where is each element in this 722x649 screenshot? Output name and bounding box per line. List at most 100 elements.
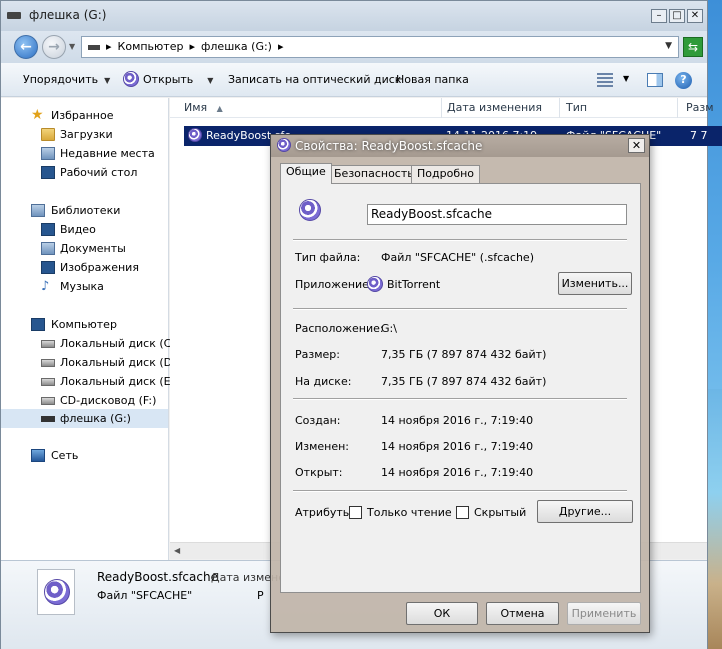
sidebar-item-label: Видео <box>60 223 96 236</box>
view-options-icon[interactable] <box>597 73 613 87</box>
dialog-close-button[interactable]: ✕ <box>628 138 645 153</box>
tab-security[interactable]: Безопасность <box>328 165 420 183</box>
cd-drive-icon <box>41 397 55 405</box>
filename-field[interactable]: ReadyBoost.sfcache <box>367 204 627 225</box>
sidebar-item-drive-e[interactable]: Локальный диск (E:) <box>1 372 179 391</box>
maximize-button[interactable]: □ <box>669 9 685 23</box>
modified-value: 14 ноября 2016 г., 7:19:40 <box>381 440 534 453</box>
sidebar-item-recent[interactable]: Недавние места <box>1 144 168 163</box>
sidebar-item-label: флешка (G:) <box>60 412 131 425</box>
dialog-title: Свойства: ReadyBoost.sfcache <box>295 139 483 153</box>
ok-button[interactable]: ОК <box>406 602 478 625</box>
hidden-label[interactable]: Скрытый <box>474 506 526 519</box>
modified-label: Изменен: <box>295 440 350 453</box>
back-button[interactable]: ← <box>14 35 38 59</box>
sidebar-item-drive-d[interactable]: Локальный диск (D:) <box>1 353 180 372</box>
details-extra-label: Р <box>257 589 264 602</box>
recent-places-icon <box>41 147 55 160</box>
sidebar-item-desktop[interactable]: Рабочий стол <box>1 163 168 182</box>
sidebar-item-label: Музыка <box>60 280 104 293</box>
change-button[interactable]: Изменить... <box>558 272 632 295</box>
sidebar-item-drive-f[interactable]: CD-дисковод (F:) <box>1 391 168 410</box>
sidebar-item-label: Сеть <box>51 449 79 462</box>
help-icon[interactable]: ? <box>675 72 692 89</box>
organize-button[interactable]: Упорядочить ▼ <box>23 73 110 86</box>
hidden-checkbox[interactable] <box>456 506 469 519</box>
sidebar-item-images[interactable]: Изображения <box>1 258 168 277</box>
sidebar-item-favorites[interactable]: ★ Избранное <box>1 106 168 125</box>
new-folder-button[interactable]: Новая папка <box>396 73 469 86</box>
sidebar-item-label: Недавние места <box>60 147 155 160</box>
size-value: 7,35 ГБ (7 897 874 432 байт) <box>381 348 547 361</box>
cancel-button[interactable]: Отмена <box>486 602 559 625</box>
accessed-label: Открыт: <box>295 466 343 479</box>
usb-drive-icon <box>88 45 100 50</box>
downloads-folder-icon <box>41 128 55 141</box>
star-icon: ★ <box>31 107 44 123</box>
sidebar-item-label: Компьютер <box>51 318 117 331</box>
breadcrumb-drive[interactable]: флешка (G:) <box>201 40 272 53</box>
file-size: 7 7 <box>690 129 708 142</box>
sidebar-item-downloads[interactable]: Загрузки <box>1 125 168 144</box>
chevron-down-icon: ▼ <box>207 76 214 85</box>
scroll-left-icon[interactable]: ◀ <box>174 546 180 555</box>
documents-icon <box>41 242 55 255</box>
video-icon <box>41 223 55 236</box>
bittorrent-icon <box>44 579 70 605</box>
open-button[interactable]: Открыть ▼ <box>123 71 213 87</box>
readonly-checkbox[interactable] <box>349 506 362 519</box>
breadcrumb-computer[interactable]: Компьютер <box>118 40 184 53</box>
application-name: BitTorrent <box>387 278 441 291</box>
column-header-size[interactable]: Разм <box>678 98 722 118</box>
sidebar-item-documents[interactable]: Документы <box>1 239 168 258</box>
column-header-date[interactable]: Дата изменения <box>442 98 560 118</box>
sidebar-item-drive-g[interactable]: флешка (G:) <box>1 409 168 428</box>
accessed-value: 14 ноября 2016 г., 7:19:40 <box>381 466 534 479</box>
breadcrumb-separator: ▸ <box>189 40 195 53</box>
sidebar-item-drive-c[interactable]: Локальный диск (C:) <box>1 334 179 353</box>
hard-drive-icon <box>41 378 55 386</box>
tab-panel-general: ReadyBoost.sfcache Тип файла: Файл "SFCA… <box>280 183 641 593</box>
bittorrent-icon <box>277 138 291 152</box>
sidebar-item-video[interactable]: Видео <box>1 220 168 239</box>
open-label: Открыть <box>143 73 194 86</box>
sort-ascending-icon: ▲ <box>216 104 223 113</box>
location-label: Расположение: <box>295 322 384 335</box>
sidebar-item-network[interactable]: Сеть <box>1 446 168 465</box>
refresh-button[interactable]: ⇆ <box>683 37 703 57</box>
apply-button[interactable]: Применить <box>567 602 641 625</box>
address-bar[interactable]: ▸ Компьютер ▸ флешка (G:) ▸ ▼ <box>81 36 679 58</box>
organize-label: Упорядочить <box>23 73 99 86</box>
forward-button[interactable]: → <box>42 35 66 59</box>
preview-pane-icon[interactable] <box>647 73 663 87</box>
tab-general[interactable]: Общие <box>280 163 332 184</box>
sidebar-item-label: Изображения <box>60 261 139 274</box>
tab-details[interactable]: Подробно <box>411 165 481 183</box>
application-label: Приложение: <box>295 278 373 291</box>
address-dropdown-icon[interactable]: ▼ <box>665 41 672 51</box>
attributes-label: Атрибуты: <box>295 506 356 519</box>
chevron-down-icon[interactable]: ▼ <box>623 74 629 83</box>
burn-button[interactable]: Записать на оптический диск <box>228 73 401 86</box>
sidebar-item-libraries[interactable]: Библиотеки <box>1 201 168 220</box>
bittorrent-icon <box>123 71 139 87</box>
command-bar: Упорядочить ▼ Открыть ▼ Записать на оптиче… <box>1 63 707 97</box>
minimize-button[interactable]: – <box>651 9 667 23</box>
readonly-label[interactable]: Только чтение <box>367 506 452 519</box>
history-dropdown-icon[interactable]: ▼ <box>69 42 75 51</box>
advanced-button[interactable]: Другие... <box>537 500 633 523</box>
close-button[interactable]: ✕ <box>687 9 703 23</box>
separator <box>293 239 627 241</box>
file-type-value: Файл "SFCACHE" (.sfcache) <box>381 251 534 264</box>
sidebar-item-computer[interactable]: Компьютер <box>1 315 168 334</box>
sidebar-item-label: Локальный диск (D:) <box>60 356 181 369</box>
created-value: 14 ноября 2016 г., 7:19:40 <box>381 414 534 427</box>
column-header-name[interactable]: Имя ▲ <box>170 98 442 118</box>
desktop-icon <box>41 166 55 179</box>
music-icon: ♪ <box>41 279 50 294</box>
sidebar-item-label: CD-дисковод (F:) <box>60 394 157 407</box>
sidebar-item-music[interactable]: ♪ Музыка <box>1 277 168 296</box>
sidebar-item-label: Локальный диск (C:) <box>60 337 180 350</box>
window-title: флешка (G:) <box>29 8 107 22</box>
column-header-type[interactable]: Тип <box>560 98 678 118</box>
